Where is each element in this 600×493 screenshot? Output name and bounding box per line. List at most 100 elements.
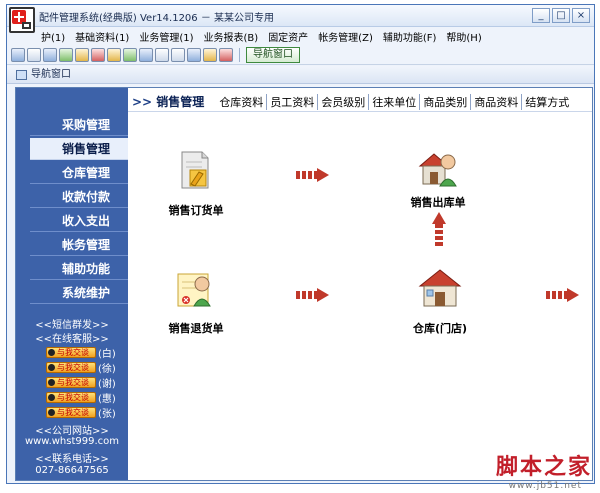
quick-link[interactable]: 员工资料 [267,93,319,110]
user-icon[interactable] [123,47,137,62]
sales-out-icon [416,146,460,190]
online-service-title: <<在线客服>> [35,334,109,345]
menu-item[interactable]: 业务管理(1) [139,29,193,44]
close-button[interactable]: × [572,8,590,23]
qq-contact-name: (徐) [98,363,116,375]
window-controls: _ □ × [532,8,590,23]
qq-chat-badge: 与我交谈 [46,391,96,403]
minimize-button[interactable]: _ [532,8,550,23]
node-warehouse[interactable]: 仓库(门店) [413,266,467,335]
quick-link[interactable]: 仓库资料 [216,93,268,110]
return-icon[interactable] [107,47,121,62]
window-icon[interactable] [11,47,25,62]
main-header: >> 销售管理 仓库资料 员工资料 会员级别 往来单位 商品类别 商品资料 结算方式 [128,92,592,112]
sales-return-label: 销售退货单 [168,322,224,335]
inventory-icon[interactable] [59,47,73,62]
report-icon[interactable] [139,47,153,62]
qq-chat-badge: 与我交谈 [46,376,96,388]
quick-link[interactable]: 商品类别 [420,93,472,110]
exit-icon[interactable] [219,47,233,62]
menu-item[interactable]: 帐务管理(Z) [318,29,373,44]
nav-window-button[interactable]: 导航窗口 [246,46,300,63]
quick-link[interactable]: 往来单位 [369,93,421,110]
window-title: 配件管理系统(经典版) Ver14.1206 － 某某公司专用 [39,13,275,24]
menu-item[interactable]: 固定资产 [268,29,308,44]
sidebar-item-payments[interactable]: 收款付款 [30,186,128,208]
title-bar[interactable]: 配件管理系统(经典版) Ver14.1206 － 某某公司专用 _ □ × [7,5,594,27]
help-icon[interactable] [203,47,217,62]
website-title: <<公司网站>> [35,426,109,437]
toolbar: 导航窗口 [7,45,594,65]
menu-item[interactable]: 业务报表(B) [204,29,259,44]
save-icon[interactable] [155,47,169,62]
quick-link[interactable]: 会员级别 [318,93,370,110]
breadcrumb-arrows: >> [132,95,153,109]
qq-contact-name: (白) [98,348,116,360]
node-sales-order[interactable]: 销售订货单 [169,148,224,217]
sales-return-icon [174,266,218,310]
arrow-right-icon [296,288,332,302]
watermark-text: 脚本之家 [495,454,592,480]
sidebar-item-system[interactable]: 系统维护 [30,282,128,304]
menu-item[interactable]: 基础资料(1) [75,29,129,44]
qq-contact-name: (惠) [98,393,116,405]
website-link[interactable]: www.whst999.com [16,436,128,447]
node-sales-out[interactable]: 销售出库单 [411,146,466,209]
node-sales-return[interactable]: 销售退货单 [169,266,224,335]
warehouse-icon [418,266,462,310]
menu-bar: 护(1) 基础资料(1) 业务管理(1) 业务报表(B) 固定资产 帐务管理(Z) 辅助功能… [7,27,594,45]
watermark-url: www.jb51.net [508,481,582,491]
qq-chat-badge: 与我交谈 [46,361,96,373]
main-panel: >> 销售管理 仓库资料 员工资料 会员级别 往来单位 商品类别 商品资料 结算方式 [128,88,592,480]
sidebar-item-warehouse[interactable]: 仓库管理 [30,162,128,184]
app-window: 配件管理系统(经典版) Ver14.1206 － 某某公司专用 _ □ × 护(… [6,4,595,484]
sidebar-item-sales[interactable]: 销售管理 [30,138,128,160]
sidebar: 采购管理 销售管理 仓库管理 收款付款 收入支出 帐务管理 辅助功能 系统维护 … [16,88,128,480]
warehouse-label: 仓库(门店) [412,322,468,335]
app-logo-icon [9,7,35,33]
phone-title: <<联系电话>> [35,454,109,465]
toolbar-separator [239,47,240,62]
breadcrumb: >> 销售管理 [128,93,204,110]
qq-chat-badge: 与我交谈 [46,346,96,358]
quick-link[interactable]: 商品资料 [471,93,523,110]
sidebar-item-aux[interactable]: 辅助功能 [30,258,128,280]
qq-contact[interactable]: 与我交谈 (张) [46,406,116,420]
sms-link[interactable]: <<短信群发>> [16,316,128,331]
sidebar-item-purchase[interactable]: 采购管理 [30,114,128,136]
nav-tab-strip: 导航窗口 [7,66,594,84]
settings-icon[interactable] [187,47,201,62]
menu-item[interactable]: 帮助(H) [446,29,481,44]
nav-window-icon [16,70,27,80]
arrow-right-icon [296,168,332,182]
qq-contact[interactable]: 与我交谈 (惠) [46,391,116,405]
qq-chat-badge: 与我交谈 [46,406,96,418]
menu-item[interactable]: 辅助功能(F) [383,29,437,44]
sales-out-label: 销售出库单 [410,196,466,209]
content-frame: 采购管理 销售管理 仓库管理 收款付款 收入支出 帐务管理 辅助功能 系统维护 … [15,87,593,481]
sales-order-icon [174,148,218,192]
qq-contact-name: (张) [98,408,116,420]
quick-link[interactable]: 结算方式 [522,94,572,110]
tab-nav-window-label: 导航窗口 [31,69,71,80]
tools-icon[interactable] [75,47,89,62]
quick-links: 仓库资料 员工资料 会员级别 往来单位 商品类别 商品资料 结算方式 [216,93,572,110]
sidebar-item-income-expense[interactable]: 收入支出 [30,210,128,232]
qq-contact[interactable]: 与我交谈 (谢) [46,376,116,390]
phone-number: 027-86647565 [35,465,109,476]
maximize-button[interactable]: □ [552,8,570,23]
print-icon[interactable] [171,47,185,62]
menu-item[interactable]: 护(1) [41,29,65,44]
qq-contact-name: (谢) [98,378,116,390]
sidebar-item-accounts[interactable]: 帐务管理 [30,234,128,256]
document-icon[interactable] [43,47,57,62]
qq-contact[interactable]: 与我交谈 (白) [46,346,116,360]
arrow-right-icon [546,288,582,302]
list-icon[interactable] [27,47,41,62]
breadcrumb-title: 销售管理 [156,95,205,109]
arrow-up-icon [432,212,446,246]
sales-order-label: 销售订货单 [168,204,224,217]
qq-contact[interactable]: 与我交谈 (徐) [46,361,116,375]
tab-nav-window[interactable]: 导航窗口 [13,68,75,83]
sales-icon[interactable] [91,47,105,62]
